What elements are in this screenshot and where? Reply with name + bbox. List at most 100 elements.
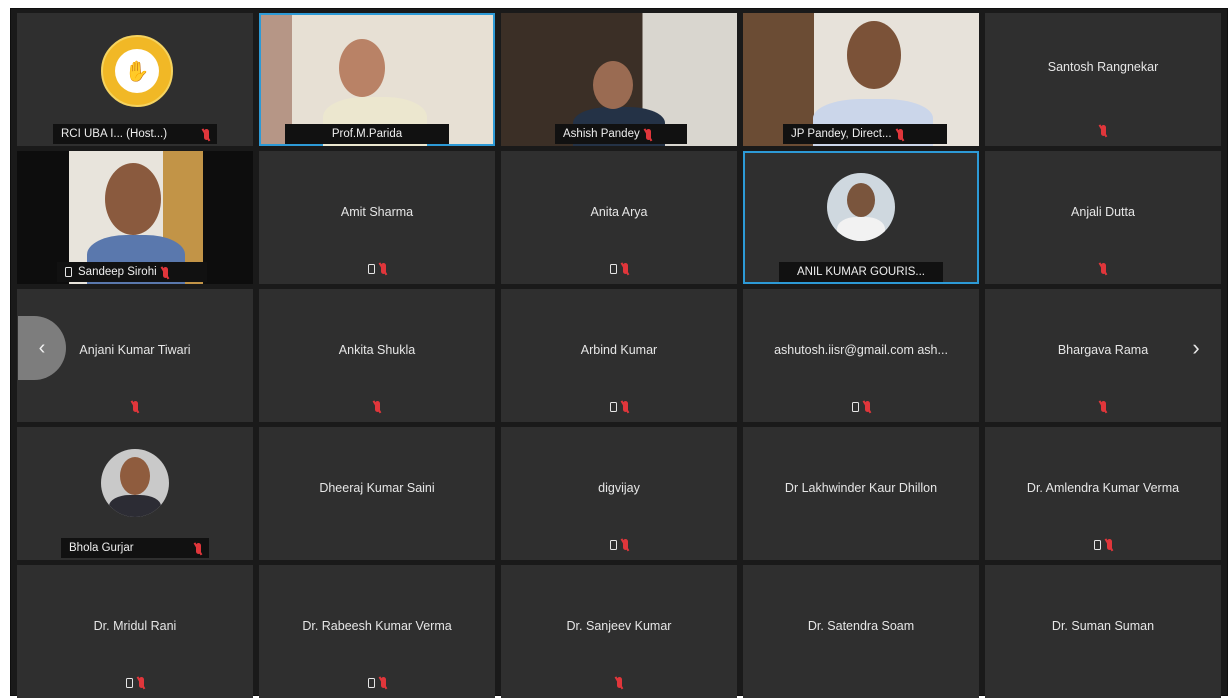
participant-status <box>501 263 737 274</box>
participant-avatar <box>827 173 895 241</box>
phone-icon <box>368 677 375 688</box>
name-tag: RCI UBA I... (Host...) <box>53 124 217 144</box>
participant-status <box>259 677 495 688</box>
phone-icon <box>65 267 72 277</box>
name-tag: Prof.M.Parida <box>285 124 449 144</box>
mic-muted-icon <box>865 401 870 412</box>
participant-tile-video[interactable]: Sandeep Sirohi <box>17 151 253 284</box>
person-video-face <box>339 39 385 97</box>
chevron-right-icon: › <box>1192 335 1200 360</box>
name-tag: JP Pandey, Direct... <box>783 124 947 144</box>
participant-tile[interactable]: Dr. Satendra Soam <box>743 565 979 698</box>
person-video-face <box>847 21 901 89</box>
participant-name: Dheeraj Kumar Saini <box>319 480 435 495</box>
participant-name: Dr Lakhwinder Kaur Dhillon <box>784 480 938 495</box>
mic-muted-icon <box>1100 401 1106 412</box>
participant-tile[interactable]: ashutosh.iisr@gmail.com ash... <box>743 289 979 422</box>
participant-name: Anjali Dutta <box>1071 204 1135 219</box>
participant-name: Ashish Pandey <box>563 128 640 140</box>
mic-muted-icon <box>381 263 386 274</box>
participant-name: Dr. Sanjeev Kumar <box>566 618 672 633</box>
mic-muted-icon <box>616 677 622 688</box>
name-tag: Bhola Gurjar <box>61 538 209 558</box>
participant-avatar <box>101 449 169 517</box>
participant-status <box>259 263 495 274</box>
participant-tile[interactable]: Dr. Suman Suman <box>985 565 1221 698</box>
participant-tile[interactable]: Dr. Rabeesh Kumar Verma <box>259 565 495 698</box>
chevron-left-icon: ‹ <box>38 336 46 359</box>
name-tag: ANIL KUMAR GOURIS... <box>779 262 943 282</box>
participant-status <box>501 539 737 550</box>
mic-muted-icon <box>1100 125 1106 136</box>
participant-tile-video[interactable]: Ashish Pandey <box>501 13 737 146</box>
participant-status <box>17 401 253 412</box>
participant-tile[interactable]: Amit Sharma <box>259 151 495 284</box>
mic-muted-icon <box>623 401 628 412</box>
mic-muted-icon <box>1100 263 1106 274</box>
participant-name: Dr. Satendra Soam <box>807 618 915 633</box>
participant-name: Ankita Shukla <box>338 342 416 357</box>
participant-tile[interactable]: Dheeraj Kumar Saini <box>259 427 495 560</box>
phone-icon <box>610 539 617 550</box>
mic-muted-icon <box>139 677 144 688</box>
participant-tile[interactable]: Dr. Mridul Rani <box>17 565 253 698</box>
participant-tile[interactable]: Bhola Gurjar <box>17 427 253 560</box>
mic-muted-icon <box>1107 539 1112 550</box>
next-page-button[interactable]: › <box>1172 316 1220 380</box>
participant-tile-video[interactable]: JP Pandey, Direct... <box>743 13 979 146</box>
participant-tile[interactable]: digvijay <box>501 427 737 560</box>
participant-name: Anita Arya <box>590 204 648 219</box>
participant-status <box>985 125 1221 136</box>
participant-name: ANIL KUMAR GOURIS... <box>796 266 925 278</box>
participant-name: Dr. Suman Suman <box>1051 618 1155 633</box>
phone-icon <box>852 401 859 412</box>
mic-muted-icon <box>623 263 628 274</box>
participant-name: RCI UBA I... (Host...) <box>61 128 168 140</box>
mic-muted-icon <box>645 128 651 140</box>
person-video-face <box>593 61 633 109</box>
participant-name: Dr. Mridul Rani <box>93 618 177 633</box>
participant-tile[interactable]: Arbind Kumar <box>501 289 737 422</box>
name-tag: Ashish Pandey <box>555 124 687 144</box>
mic-muted-icon <box>623 539 628 550</box>
phone-icon <box>610 401 617 412</box>
participant-name: Prof.M.Parida <box>331 128 403 140</box>
participant-name: Santosh Rangnekar <box>1047 60 1159 74</box>
participant-tile[interactable]: Dr. Amlendra Kumar Verma <box>985 427 1221 560</box>
participant-name: Arbind Kumar <box>580 342 658 357</box>
mic-muted-icon <box>897 128 903 140</box>
participant-status <box>259 401 495 412</box>
participant-tile[interactable]: Ankita Shukla <box>259 289 495 422</box>
participant-name: Bhola Gurjar <box>69 542 134 554</box>
uba-logo-icon: ✋ <box>115 49 159 93</box>
phone-icon <box>1094 539 1101 550</box>
participant-name: Sandeep Sirohi <box>78 266 157 278</box>
participant-name: Dr. Rabeesh Kumar Verma <box>302 618 452 633</box>
phone-icon <box>368 263 375 274</box>
gallery-view: ✋ RCI UBA I... (Host...) Prof.M.Parida A… <box>10 8 1228 698</box>
participant-status <box>17 677 253 688</box>
participant-tile[interactable]: Anita Arya <box>501 151 737 284</box>
participant-status <box>985 401 1221 412</box>
participant-tile-video[interactable]: Prof.M.Parida <box>259 13 495 146</box>
mic-muted-icon <box>381 677 386 688</box>
participant-tile-host[interactable]: ✋ RCI UBA I... (Host...) <box>17 13 253 146</box>
mic-muted-icon <box>374 401 380 412</box>
participant-tile[interactable]: Dr Lakhwinder Kaur Dhillon <box>743 427 979 560</box>
mic-muted-icon <box>132 401 138 412</box>
participant-grid: ✋ RCI UBA I... (Host...) Prof.M.Parida A… <box>17 13 1221 698</box>
participant-tile-active-speaker[interactable]: ANIL KUMAR GOURIS... <box>743 151 979 284</box>
participant-name: Dr. Amlendra Kumar Verma <box>1026 480 1180 495</box>
participant-name: JP Pandey, Direct... <box>791 128 892 140</box>
participant-status <box>501 677 737 688</box>
host-logo-avatar: ✋ <box>101 35 173 107</box>
mic-muted-icon <box>196 542 201 554</box>
participant-status <box>985 263 1221 274</box>
phone-icon <box>126 677 133 688</box>
participant-name: ashutosh.iisr@gmail.com ash... <box>774 342 948 357</box>
participant-status <box>501 401 737 412</box>
participant-name: Amit Sharma <box>340 204 414 219</box>
participant-tile[interactable]: Anjali Dutta <box>985 151 1221 284</box>
participant-tile[interactable]: Santosh Rangnekar <box>985 13 1221 146</box>
participant-tile[interactable]: Dr. Sanjeev Kumar <box>501 565 737 698</box>
